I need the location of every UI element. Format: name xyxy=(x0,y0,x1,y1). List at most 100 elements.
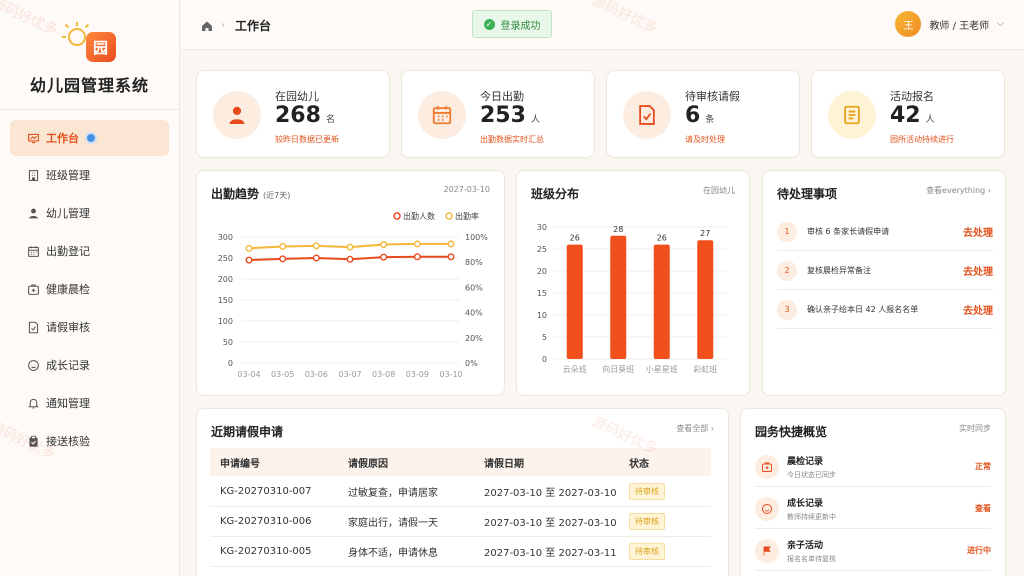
leave-date: 2027-03-10 至 2027-03-11 xyxy=(484,548,617,559)
medical-kit-icon xyxy=(762,461,772,472)
stat-label: 在园幼儿 xyxy=(275,90,319,103)
attendance-line-chart: 出勤人数 出勤率 0 50 100 150 200 250 300 0% 20% 40% 60% 80% 1… xyxy=(218,211,489,379)
sidebar-item-5[interactable]: 请假审核 xyxy=(10,310,169,344)
quick-title: 晨检记录 xyxy=(787,456,824,467)
stat-unit: 条 xyxy=(705,115,715,125)
sidebar-item-2[interactable]: 幼儿管理 xyxy=(10,196,169,230)
bell-icon xyxy=(26,396,40,410)
breadcrumb: › 工作台 xyxy=(201,17,271,34)
bar-value-label: 28 xyxy=(613,225,623,234)
building-icon xyxy=(28,169,38,181)
smile-icon xyxy=(27,359,39,371)
y-tick-label: 30 xyxy=(537,223,547,232)
quick-item[interactable]: 亲子活动 报名名单待复核 进行中 xyxy=(755,531,991,571)
stat-card: 待审核请假 6条 请及时处理 xyxy=(606,70,800,158)
data-point xyxy=(346,243,354,251)
todo-number: 2 xyxy=(777,260,797,281)
quick-item[interactable]: 成长记录 教师持续更新中 查看 xyxy=(755,489,991,529)
data-point xyxy=(279,242,287,250)
sidebar-item-1[interactable]: 班级管理 xyxy=(10,158,169,192)
y-tick-label: 5 xyxy=(542,333,547,342)
sidebar-item-0[interactable]: 工作台 xyxy=(10,120,169,156)
y-tick-label: 100 xyxy=(218,317,233,326)
y2-tick-label: 20% xyxy=(465,334,483,343)
document-check-icon xyxy=(639,105,655,125)
todo-number: 1 xyxy=(777,221,797,242)
legend-marker xyxy=(445,212,453,220)
quick-status[interactable]: 正常 xyxy=(975,461,991,472)
table-row[interactable]: KG-20270310-007 过敏复查，申请居家 2027-03-10 至 2… xyxy=(210,477,711,507)
todo-text: 确认亲子绘本日 42 人报名名单 xyxy=(807,305,919,314)
document-check-icon xyxy=(26,320,40,334)
sidebar-item-label: 成长记录 xyxy=(46,359,90,372)
stat-card: 活动报名 42 人 园所活动持续进行 xyxy=(811,70,1005,158)
todo-action-button[interactable]: 去处理 xyxy=(963,302,993,317)
sidebar-item-4[interactable]: 健康晨检 xyxy=(10,272,169,306)
quick-icon xyxy=(755,454,779,479)
data-point xyxy=(447,253,455,261)
calendar-icon xyxy=(432,106,452,125)
table-row[interactable]: KG-20270310-005 身体不适，申请休息 2027-03-10 至 2… xyxy=(210,537,711,567)
legend-label: 出勤人数 xyxy=(403,211,435,221)
leave-date: 2027-03-10 至 2027-03-10 xyxy=(484,488,617,499)
home-icon[interactable] xyxy=(201,20,213,32)
sidebar-item-label: 请假审核 xyxy=(46,321,90,334)
stat-value: 6条 xyxy=(685,103,715,128)
sidebar-item-8[interactable]: 接送核验 xyxy=(10,424,169,458)
quick-item[interactable]: 晨检记录 今日状态已同步 正常 xyxy=(755,447,991,487)
x-tick-label: 03-05 xyxy=(271,370,294,379)
todo-card: 待处理事项 查看everything › 1 审核 6 条家长请假申请 去处理 2… xyxy=(762,170,1006,396)
table-header-cell: 申请编号 xyxy=(220,458,260,470)
sun-icon xyxy=(67,28,86,46)
class-bar-chart: 0 5 10 15 20 25 30 26 云朵班 28 向日葵班 26 小星星班 27 彩虹班 xyxy=(537,223,727,374)
sidebar-item-6[interactable]: 成长记录 xyxy=(10,348,169,382)
y2-tick-label: 60% xyxy=(465,283,483,292)
quick-meta: 实时同步 xyxy=(959,424,991,433)
sidebar-item-label: 通知管理 xyxy=(46,397,90,410)
sidebar-item-7[interactable]: 通知管理 xyxy=(10,386,169,420)
clipboard-check-icon xyxy=(26,434,40,448)
x-tick-label: 云朵班 xyxy=(563,364,587,374)
todo-action-button[interactable]: 去处理 xyxy=(963,263,993,278)
stat-value: 42 人 xyxy=(890,103,935,128)
todo-action-button[interactable]: 去处理 xyxy=(963,224,993,239)
table-row[interactable]: KG-20270310-006 家庭出行，请假一天 2027-03-10 至 2… xyxy=(210,507,711,537)
sidebar-item-label: 接送核验 xyxy=(46,435,90,448)
legend-label: 出勤率 xyxy=(455,211,479,221)
class-distribution-card: 班级分布 在园幼儿 0 5 10 15 20 25 30 26 云朵班 28 向日葵班 26 小星星班 2… xyxy=(516,170,750,396)
quick-subtext: 报名名单待复核 xyxy=(787,554,836,563)
legend-marker xyxy=(393,212,401,220)
app-logo: 园 xyxy=(61,22,118,62)
data-point xyxy=(447,240,455,248)
stat-icon xyxy=(623,91,671,139)
clipboard-check-icon xyxy=(28,435,38,447)
quick-status[interactable]: 进行中 xyxy=(967,545,991,556)
y2-tick-label: 80% xyxy=(465,258,483,267)
stat-label: 今日出勤 xyxy=(480,90,524,103)
medical-kit-icon xyxy=(26,282,40,296)
x-tick-label: 03-04 xyxy=(237,370,260,379)
sidebar-item-3[interactable]: 出勤登记 xyxy=(10,234,169,268)
y-tick-label: 250 xyxy=(218,254,233,263)
quick-overview-card: 园务快捷概览 实时同步 晨检记录 今日状态已同步 正常 成长记录 教师持续更新中… xyxy=(740,408,1006,576)
chart-legend: 出勤人数 出勤率 xyxy=(393,211,479,221)
quick-status[interactable]: 查看 xyxy=(975,503,991,514)
bar xyxy=(653,244,670,359)
x-tick-label: 03-06 xyxy=(305,370,328,379)
document-check-icon xyxy=(28,321,38,333)
user-menu[interactable]: 王 教师 / 王老师 ⌵ xyxy=(895,11,1004,37)
smile-icon xyxy=(26,358,40,372)
bar-value-label: 26 xyxy=(657,234,667,243)
todo-view-all[interactable]: 查看everything › xyxy=(926,185,991,196)
leave-view-all[interactable]: 查看全部 › xyxy=(676,423,714,434)
y-tick-label: 300 xyxy=(218,233,233,242)
user-name: 教师 / 王老师 xyxy=(929,20,990,32)
top-header: › 工作台 ✓ 登录成功 王 教师 / 王老师 ⌵ xyxy=(181,0,1024,50)
y-tick-label: 150 xyxy=(218,296,233,305)
bar-value-label: 26 xyxy=(570,234,580,243)
avatar[interactable]: 王 xyxy=(895,11,922,37)
chevron-down-icon[interactable]: ⌵ xyxy=(997,19,1004,29)
data-point xyxy=(279,255,287,263)
chevron-right-icon: › xyxy=(221,20,225,31)
calendar-icon xyxy=(27,245,39,257)
